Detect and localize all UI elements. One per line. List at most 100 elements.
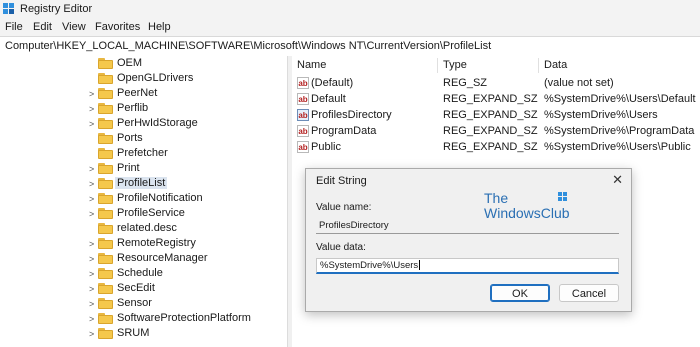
tree-item[interactable]: Ports — [0, 131, 287, 146]
value-data: %SystemDrive%\Users\Public — [544, 141, 691, 153]
tree-item-label: Schedule — [117, 267, 163, 279]
string-value-icon: ab — [297, 141, 309, 153]
chevron-right-icon[interactable]: > — [89, 239, 94, 249]
close-icon[interactable]: ✕ — [612, 172, 623, 188]
value-data-input[interactable]: %SystemDrive%\Users — [316, 258, 619, 274]
value-data-text: %SystemDrive%\Users — [320, 260, 419, 271]
folder-icon — [98, 148, 113, 159]
value-data-label: Value data: — [316, 242, 366, 253]
tree-item[interactable]: related.desc — [0, 221, 287, 236]
tree-item[interactable]: OEM — [0, 56, 287, 71]
tree-item-label: PeerNet — [117, 87, 158, 99]
column-divider[interactable] — [538, 58, 539, 73]
tree-item[interactable]: > PeerNet — [0, 86, 287, 101]
menu-bar: File Edit View Favorites Help — [0, 18, 700, 36]
column-header-data[interactable]: Data — [544, 56, 567, 75]
folder-icon — [98, 193, 113, 204]
tree-item[interactable]: > PerHwIdStorage — [0, 116, 287, 131]
chevron-right-icon[interactable]: > — [89, 299, 94, 309]
folder-icon — [98, 253, 113, 264]
tree-item-label: related.desc — [117, 222, 177, 234]
tree-item-label: PerHwIdStorage — [117, 117, 198, 129]
folder-icon — [98, 103, 113, 114]
tree-item[interactable]: > Sensor — [0, 296, 287, 311]
ok-button[interactable]: OK — [490, 284, 550, 302]
chevron-right-icon[interactable]: > — [89, 119, 94, 129]
key-tree[interactable]: OEM OpenGLDrivers > PeerNet > Perflib > … — [0, 56, 287, 347]
chevron-right-icon[interactable]: > — [89, 164, 94, 174]
tree-item-label: SecEdit — [117, 282, 155, 294]
folder-icon — [98, 133, 113, 144]
chevron-right-icon[interactable]: > — [89, 314, 94, 324]
string-value-icon: ab — [297, 125, 309, 137]
tree-item[interactable]: > SRUM — [0, 326, 287, 341]
tree-item-profilelist[interactable]: > ProfileList — [0, 176, 287, 191]
menu-view[interactable]: View — [62, 21, 86, 33]
folder-icon — [98, 58, 113, 69]
value-data: %SystemDrive%\Users — [544, 109, 658, 121]
column-header-name[interactable]: Name — [297, 56, 326, 75]
folder-icon — [98, 178, 113, 189]
registry-editor-icon — [3, 3, 15, 15]
tree-item-label: OEM — [117, 57, 143, 69]
folder-icon — [98, 163, 113, 174]
value-name: ProfilesDirectory — [311, 109, 392, 121]
chevron-right-icon[interactable]: > — [89, 284, 94, 294]
value-row[interactable]: ab (Default) REG_SZ (value not set) — [292, 76, 700, 92]
tree-item[interactable]: > SecEdit — [0, 281, 287, 296]
tree-item[interactable]: > Perflib — [0, 101, 287, 116]
folder-icon — [98, 298, 113, 309]
value-row[interactable]: ab ProfilesDirectory REG_EXPAND_SZ %Syst… — [292, 108, 700, 124]
column-divider[interactable] — [437, 58, 438, 73]
address-path[interactable]: Computer\HKEY_LOCAL_MACHINE\SOFTWARE\Mic… — [5, 40, 491, 52]
tree-item-label: RemoteRegistry — [117, 237, 196, 249]
value-name: Default — [311, 93, 346, 105]
chevron-right-icon[interactable]: > — [89, 104, 94, 114]
tree-item[interactable]: > ProfileService — [0, 206, 287, 221]
value-name-field: ProfilesDirectory — [316, 218, 619, 234]
menu-edit[interactable]: Edit — [33, 21, 52, 33]
windows-logo-icon — [558, 192, 568, 202]
chevron-right-icon[interactable]: > — [89, 269, 94, 279]
chevron-right-icon[interactable]: > — [89, 89, 94, 99]
tree-item[interactable]: > ProfileNotification — [0, 191, 287, 206]
value-type: REG_EXPAND_SZ — [443, 109, 538, 121]
tree-item[interactable]: > ResourceManager — [0, 251, 287, 266]
string-value-icon: ab — [297, 109, 309, 121]
menu-file[interactable]: File — [5, 21, 23, 33]
column-header-type[interactable]: Type — [443, 56, 467, 75]
folder-icon — [98, 118, 113, 129]
menu-help[interactable]: Help — [148, 21, 171, 33]
tree-item-label: ResourceManager — [117, 252, 208, 264]
tree-item-label: Sensor — [117, 297, 152, 309]
tree-item-label: Perflib — [117, 102, 149, 114]
value-row[interactable]: ab Default REG_EXPAND_SZ %SystemDrive%\U… — [292, 92, 700, 108]
address-bar[interactable]: Computer\HKEY_LOCAL_MACHINE\SOFTWARE\Mic… — [0, 36, 700, 57]
chevron-right-icon[interactable]: > — [89, 179, 94, 189]
value-row[interactable]: ab Public REG_EXPAND_SZ %SystemDrive%\Us… — [292, 140, 700, 156]
tree-item-label: ProfileNotification — [117, 192, 203, 204]
folder-icon — [98, 208, 113, 219]
tree-item-label: OpenGLDrivers — [117, 72, 194, 84]
tree-item[interactable]: Prefetcher — [0, 146, 287, 161]
chevron-right-icon[interactable]: > — [89, 209, 94, 219]
folder-icon — [98, 73, 113, 84]
chevron-right-icon[interactable]: > — [89, 329, 94, 339]
cancel-button[interactable]: Cancel — [559, 284, 619, 302]
tree-item-label: Prefetcher — [117, 147, 168, 159]
value-row[interactable]: ab ProgramData REG_EXPAND_SZ %SystemDriv… — [292, 124, 700, 140]
tree-item[interactable]: > RemoteRegistry — [0, 236, 287, 251]
window-title: Registry Editor — [20, 3, 93, 15]
menu-favorites[interactable]: Favorites — [95, 21, 140, 33]
tree-item[interactable]: > Schedule — [0, 266, 287, 281]
tree-item-label: SoftwareProtectionPlatform — [117, 312, 251, 324]
chevron-right-icon[interactable]: > — [89, 254, 94, 264]
tree-item[interactable]: > SoftwareProtectionPlatform — [0, 311, 287, 326]
tree-item[interactable]: OpenGLDrivers — [0, 71, 287, 86]
folder-icon — [98, 238, 113, 249]
chevron-right-icon[interactable]: > — [89, 194, 94, 204]
value-name: Public — [311, 141, 341, 153]
text-caret — [419, 260, 421, 271]
tree-item[interactable]: > Print — [0, 161, 287, 176]
tree-item-label: SRUM — [117, 327, 150, 339]
